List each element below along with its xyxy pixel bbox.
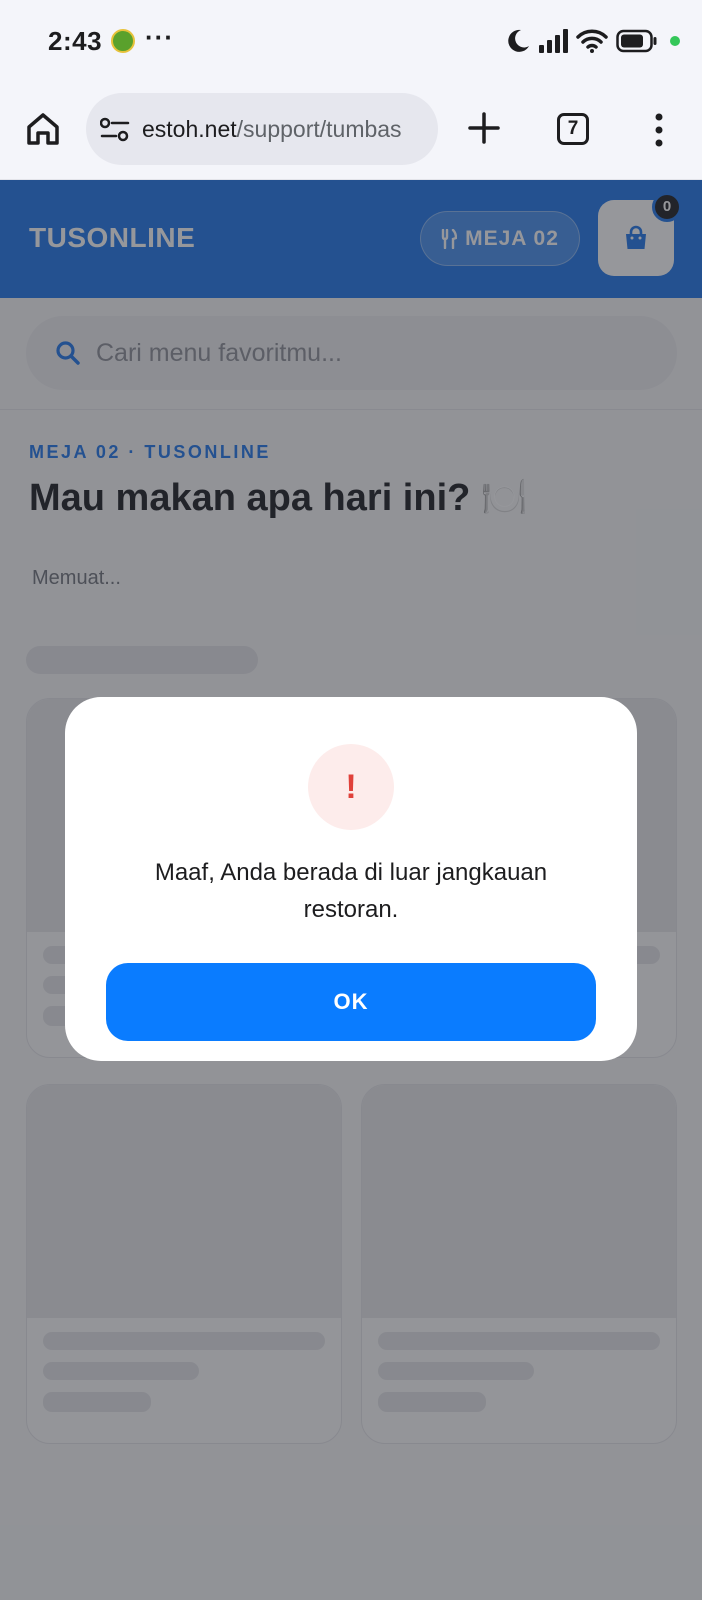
alert-dialog: ! Maaf, Anda berada di luar jangkauan re…	[65, 697, 637, 1061]
menu-dots-icon[interactable]	[646, 110, 672, 150]
sticker-emoji-icon	[111, 29, 135, 53]
browser-toolbar: estoh.net/support/tumbas 7	[0, 86, 702, 180]
url-domain: estoh.net	[142, 116, 237, 142]
alert-message: Maaf, Anda berada di luar jangkauan rest…	[154, 859, 548, 923]
status-time: 2:43	[48, 26, 103, 56]
plus-icon[interactable]	[466, 110, 502, 146]
address-bar[interactable]: estoh.net/support/tumbas	[86, 93, 438, 165]
status-overflow: ···	[145, 22, 174, 52]
url-path: /support/tumbas	[236, 116, 402, 142]
battery-icon	[616, 29, 657, 53]
status-icons	[506, 26, 680, 56]
ok-button[interactable]: OK	[106, 963, 596, 1041]
status-dot-icon	[670, 36, 680, 46]
url-text[interactable]: estoh.net/support/tumbas	[142, 116, 402, 143]
web-page: TUSONLINE MEJA 02 0 MEJA 02 · TUSONLINE …	[0, 180, 702, 1600]
signal-icon	[539, 29, 568, 53]
site-settings-icon[interactable]	[100, 117, 130, 143]
status-bar: 2:43 ···	[0, 0, 702, 86]
tab-switcher-button[interactable]: 7	[557, 113, 589, 145]
alert-icon: !	[308, 744, 394, 830]
moon-icon	[508, 29, 529, 52]
wifi-icon	[576, 29, 608, 53]
home-icon[interactable]	[24, 110, 62, 148]
